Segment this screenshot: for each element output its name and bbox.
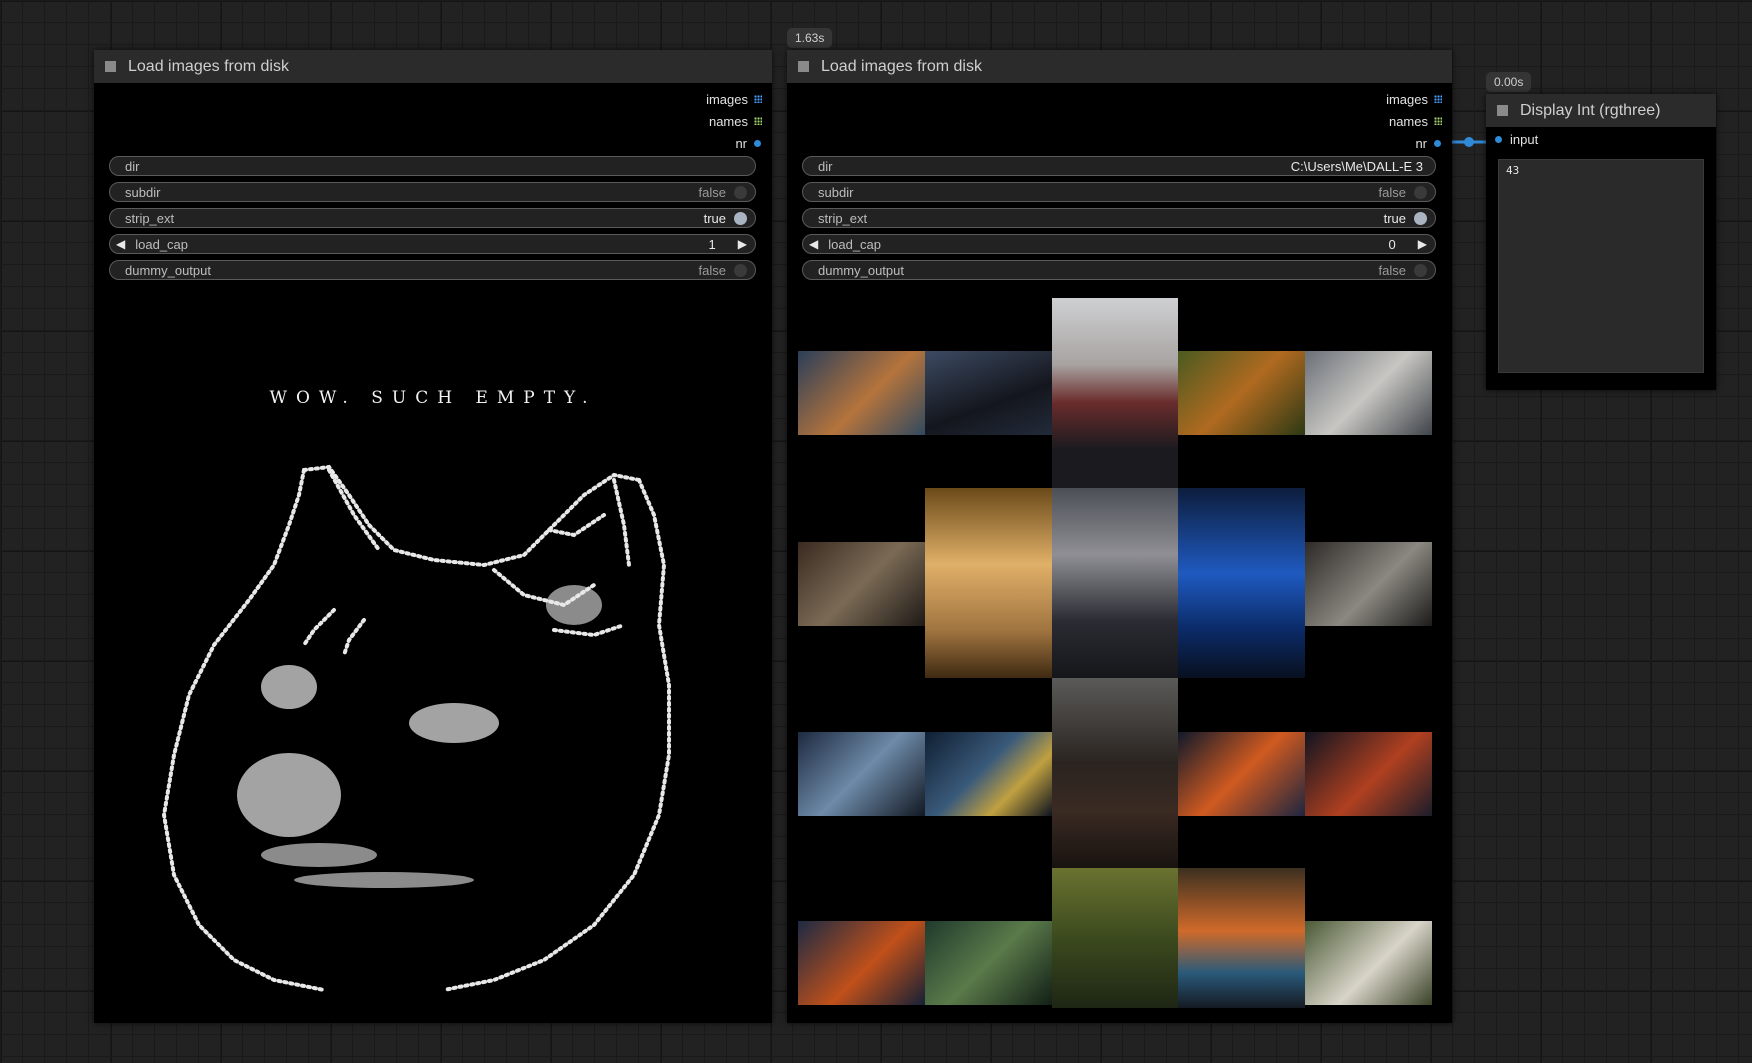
timing-badge: 1.63s (787, 28, 833, 48)
decrement-arrow-icon[interactable]: ◀ (116, 237, 125, 251)
output-label: nr (735, 135, 747, 151)
timing-badge: 0.00s (1486, 72, 1532, 92)
output-label: images (706, 91, 748, 107)
int-dot-icon[interactable] (754, 139, 761, 147)
node-header[interactable]: Load images from disk (94, 50, 772, 83)
image-thumbnail[interactable] (925, 351, 1052, 435)
image-thumbnail[interactable] (798, 732, 925, 816)
output-label: names (708, 113, 748, 129)
image-thumbnail[interactable] (1178, 868, 1305, 1008)
widget-label: load_cap (135, 236, 189, 252)
image-thumbnail[interactable] (798, 351, 925, 435)
image-thumbnail[interactable] (1052, 488, 1178, 678)
image-thumbnail[interactable] (1178, 351, 1305, 435)
subdir-toggle[interactable]: subdir false (109, 182, 756, 202)
image-thumbnail[interactable] (1052, 298, 1178, 488)
strip-ext-toggle[interactable]: strip_ext true (109, 208, 756, 228)
image-thumbnail[interactable] (798, 921, 925, 1005)
image-thumbnail[interactable] (1305, 732, 1432, 816)
image-thumbnail[interactable] (1052, 868, 1178, 1008)
collapse-toggle[interactable] (1497, 105, 1508, 116)
doge-dot-art-icon (161, 464, 671, 992)
widget-label: subdir (125, 184, 161, 200)
load-cap-stepper[interactable]: ◀ load_cap 1 ▶ (109, 234, 756, 254)
image-thumbnail[interactable] (925, 732, 1052, 816)
image-grid-icon[interactable] (754, 95, 762, 103)
widget-label: dummy_output (125, 262, 211, 278)
increment-arrow-icon[interactable]: ▶ (738, 237, 747, 251)
display-value-box[interactable]: 43 (1498, 159, 1704, 373)
toggle-off-icon[interactable] (734, 263, 747, 277)
widget-label: strip_ext (125, 210, 175, 226)
display-value: 43 (1506, 164, 1520, 177)
node-load-images-middle[interactable]: Load images from disk images names nr di… (787, 50, 1452, 1023)
image-thumbnail[interactable] (1178, 732, 1305, 816)
dir-field[interactable]: dir (109, 156, 756, 176)
image-preview-grid[interactable] (787, 50, 1452, 1023)
toggle-off-icon[interactable] (734, 185, 747, 199)
dummy-output-toggle[interactable]: dummy_output false (109, 260, 756, 280)
node-title: Load images from disk (128, 57, 289, 75)
image-thumbnail[interactable] (1305, 542, 1432, 626)
image-thumbnail[interactable] (1305, 921, 1432, 1005)
node-load-images-left[interactable]: Load images from disk images names nr di… (94, 50, 772, 1023)
string-grid-icon[interactable] (754, 117, 762, 125)
widget-value: false (698, 262, 726, 278)
output-nr[interactable]: nr (735, 133, 762, 153)
image-thumbnail[interactable] (925, 488, 1052, 678)
node-title: Display Int (rgthree) (1520, 101, 1661, 119)
image-thumbnail[interactable] (1305, 351, 1432, 435)
int-dot-icon[interactable] (1495, 136, 1502, 143)
widget-label: dir (125, 158, 140, 174)
input-label: input (1510, 132, 1539, 147)
widget-value: 1 (708, 236, 716, 252)
image-thumbnail[interactable] (798, 542, 925, 626)
output-images[interactable]: images (706, 89, 762, 109)
image-thumbnail[interactable] (1052, 678, 1178, 868)
output-names[interactable]: names (709, 111, 762, 131)
image-thumbnail[interactable] (925, 921, 1052, 1005)
widget-value: true (703, 210, 726, 226)
node-display-int[interactable]: Display Int (rgthree) input 43 (1486, 94, 1716, 390)
input-socket-row[interactable]: input (1494, 132, 1538, 147)
image-thumbnail[interactable] (1178, 488, 1305, 678)
empty-message: WOW. SUCH EMPTY. (269, 388, 597, 408)
collapse-toggle[interactable] (105, 61, 116, 72)
widget-value: false (698, 184, 726, 200)
node-header[interactable]: Display Int (rgthree) (1486, 94, 1716, 127)
toggle-on-icon[interactable] (734, 211, 747, 225)
